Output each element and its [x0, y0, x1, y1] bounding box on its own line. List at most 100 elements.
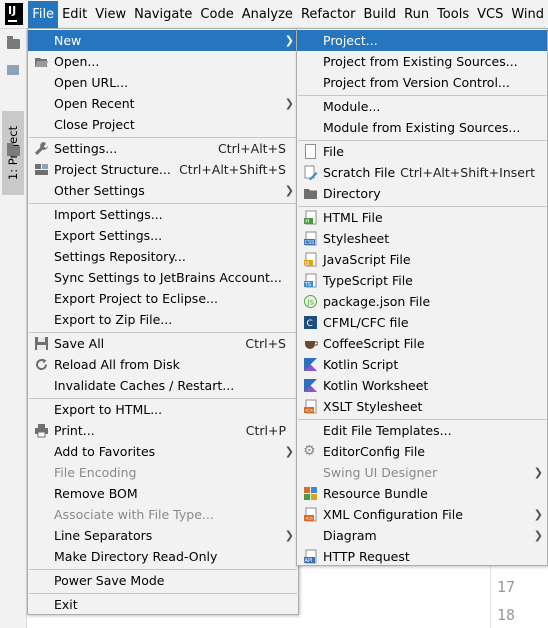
file-menu-export-eclipse[interactable]: Export Project to Eclipse...	[28, 288, 298, 309]
new-edit-file-templates[interactable]: Edit File Templates...	[297, 420, 547, 441]
kotlin-script-icon	[303, 357, 318, 372]
http-request-icon: API	[303, 549, 318, 564]
file-menu-make-read-only[interactable]: Make Directory Read-Only	[28, 546, 298, 567]
open-folder-icon[interactable]	[7, 36, 20, 49]
file-menu-project-structure[interactable]: Project Structure... Ctrl+Alt+Shift+S	[28, 159, 298, 180]
menu-navigate[interactable]: Navigate	[130, 1, 196, 28]
new-javascript-file[interactable]: JS JavaScript File	[297, 249, 547, 270]
menu-file[interactable]: File	[28, 0, 59, 28]
new-xslt-stylesheet[interactable]: <> XSLT Stylesheet	[297, 396, 547, 417]
file-menu-sync-settings[interactable]: Sync Settings to JetBrains Account...	[28, 267, 298, 288]
html-file-icon: H	[303, 210, 318, 225]
chevron-right-icon: ❯	[533, 508, 543, 521]
file-menu-close-project[interactable]: Close Project	[28, 114, 298, 135]
kotlin-worksheet-icon	[303, 378, 318, 393]
svg-text:C: C	[307, 319, 313, 329]
file-menu-settings-repository[interactable]: Settings Repository...	[28, 246, 298, 267]
save-icon	[34, 336, 49, 351]
svg-text:H: H	[305, 219, 309, 225]
new-project-vcs[interactable]: Project from Version Control...	[297, 72, 547, 93]
file-menu-new[interactable]: New ❯	[28, 30, 298, 51]
file-menu-save-all[interactable]: Save All Ctrl+S	[28, 333, 298, 354]
line-number: 17	[497, 578, 516, 596]
menu-code[interactable]: Code	[196, 1, 237, 28]
new-typescript-file[interactable]: TS TypeScript File	[297, 270, 547, 291]
new-kotlin-script[interactable]: Kotlin Script	[297, 354, 547, 375]
cfml-file-icon: C	[303, 315, 318, 330]
file-menu: New ❯ Open... Open URL... Open Recent ❯ Cl…	[27, 28, 299, 615]
project-structure-icon[interactable]	[7, 65, 19, 75]
css-file-icon: CSS	[303, 231, 318, 246]
file-menu-add-favorites[interactable]: Add to Favorites ❯	[28, 441, 298, 462]
new-scratch-file[interactable]: Scratch File Ctrl+Alt+Shift+Insert	[297, 162, 547, 183]
new-html-file[interactable]: H HTML File	[297, 207, 547, 228]
new-directory[interactable]: Directory	[297, 183, 547, 204]
new-http-request[interactable]: API HTTP Request	[297, 546, 547, 567]
new-resource-bundle[interactable]: Resource Bundle	[297, 483, 547, 504]
new-kotlin-worksheet[interactable]: Kotlin Worksheet	[297, 375, 547, 396]
scratch-file-icon	[303, 165, 318, 181]
file-menu-other-settings[interactable]: Other Settings ❯	[28, 180, 298, 201]
file-menu-power-save[interactable]: Power Save Mode	[28, 570, 298, 591]
menu-refactor[interactable]: Refactor	[297, 1, 360, 28]
svg-text:CSS: CSS	[305, 240, 315, 246]
file-menu-settings[interactable]: Settings... Ctrl+Alt+S	[28, 138, 298, 159]
file-menu-export-zip[interactable]: Export to Zip File...	[28, 309, 298, 330]
file-menu-reload-all[interactable]: Reload All from Disk	[28, 354, 298, 375]
file-menu-associate-file-type: Associate with File Type...	[54, 507, 214, 522]
file-icon	[305, 144, 316, 159]
file-menu-import-settings[interactable]: Import Settings...	[28, 204, 298, 225]
menu-view[interactable]: View	[91, 1, 130, 28]
file-menu-open-recent[interactable]: Open Recent ❯	[28, 93, 298, 114]
js-file-icon: JS	[303, 252, 318, 267]
menu-analyze[interactable]: Analyze	[238, 1, 297, 28]
file-menu-line-separators[interactable]: Line Separators ❯	[28, 525, 298, 546]
project-structure-icon	[34, 162, 49, 177]
menu-build[interactable]: Build	[359, 1, 400, 28]
svg-text:<>: <>	[305, 516, 313, 522]
new-module-existing-sources[interactable]: Module from Existing Sources...	[297, 117, 547, 138]
new-diagram[interactable]: Diagram ❯	[297, 525, 547, 546]
chevron-right-icon: ❯	[533, 466, 543, 479]
wrench-icon	[34, 141, 49, 156]
left-tool-strip: 1: Project	[0, 29, 27, 628]
chevron-right-icon: ❯	[284, 34, 294, 47]
file-menu-export-settings[interactable]: Export Settings...	[28, 225, 298, 246]
menu-run[interactable]: Run	[400, 1, 433, 28]
main-menu-bar: IJ File Edit View Navigate Code Analyze …	[0, 0, 548, 29]
new-editorconfig-file[interactable]: ⚙ EditorConfig File	[297, 441, 547, 462]
menu-tools[interactable]: Tools	[433, 1, 473, 28]
file-menu-exit[interactable]: Exit	[28, 594, 298, 615]
reload-icon	[34, 357, 49, 372]
coffeescript-file-icon	[303, 336, 319, 351]
new-package-json[interactable]: js package.json File	[297, 291, 547, 312]
menu-window[interactable]: Wind	[507, 1, 548, 28]
chevron-right-icon: ❯	[533, 529, 543, 542]
new-xml-configuration-file[interactable]: <> XML Configuration File ❯	[297, 504, 547, 525]
file-menu-open-url[interactable]: Open URL...	[28, 72, 298, 93]
new-file[interactable]: File	[297, 141, 547, 162]
intellij-logo-icon: IJ	[5, 3, 24, 25]
new-module[interactable]: Module...	[297, 96, 547, 117]
menu-edit[interactable]: Edit	[58, 1, 91, 28]
new-cfml-file[interactable]: C CFML/CFC file	[297, 312, 547, 333]
new-project-existing-sources[interactable]: Project from Existing Sources...	[297, 51, 547, 72]
new-stylesheet[interactable]: CSS Stylesheet	[297, 228, 547, 249]
new-coffeescript-file[interactable]: CoffeeScript File	[297, 333, 547, 354]
folder-open-icon	[34, 54, 49, 69]
file-menu-print[interactable]: Print... Ctrl+P	[28, 420, 298, 441]
menu-vcs[interactable]: VCS	[473, 1, 507, 28]
new-project[interactable]: Project...	[297, 30, 547, 51]
chevron-right-icon: ❯	[284, 529, 294, 542]
chevron-right-icon: ❯	[284, 97, 294, 110]
file-menu-invalidate-caches[interactable]: Invalidate Caches / Restart...	[28, 375, 298, 396]
line-number: 18	[497, 606, 516, 624]
ts-file-icon: TS	[303, 273, 318, 288]
svg-text:TS: TS	[304, 282, 311, 288]
file-menu-export-html[interactable]: Export to HTML...	[28, 399, 298, 420]
svg-text:JS: JS	[304, 261, 310, 267]
xslt-file-icon: <>	[303, 399, 318, 414]
file-menu-remove-bom[interactable]: Remove BOM	[28, 483, 298, 504]
chevron-right-icon: ❯	[284, 445, 294, 458]
file-menu-open[interactable]: Open...	[28, 51, 298, 72]
